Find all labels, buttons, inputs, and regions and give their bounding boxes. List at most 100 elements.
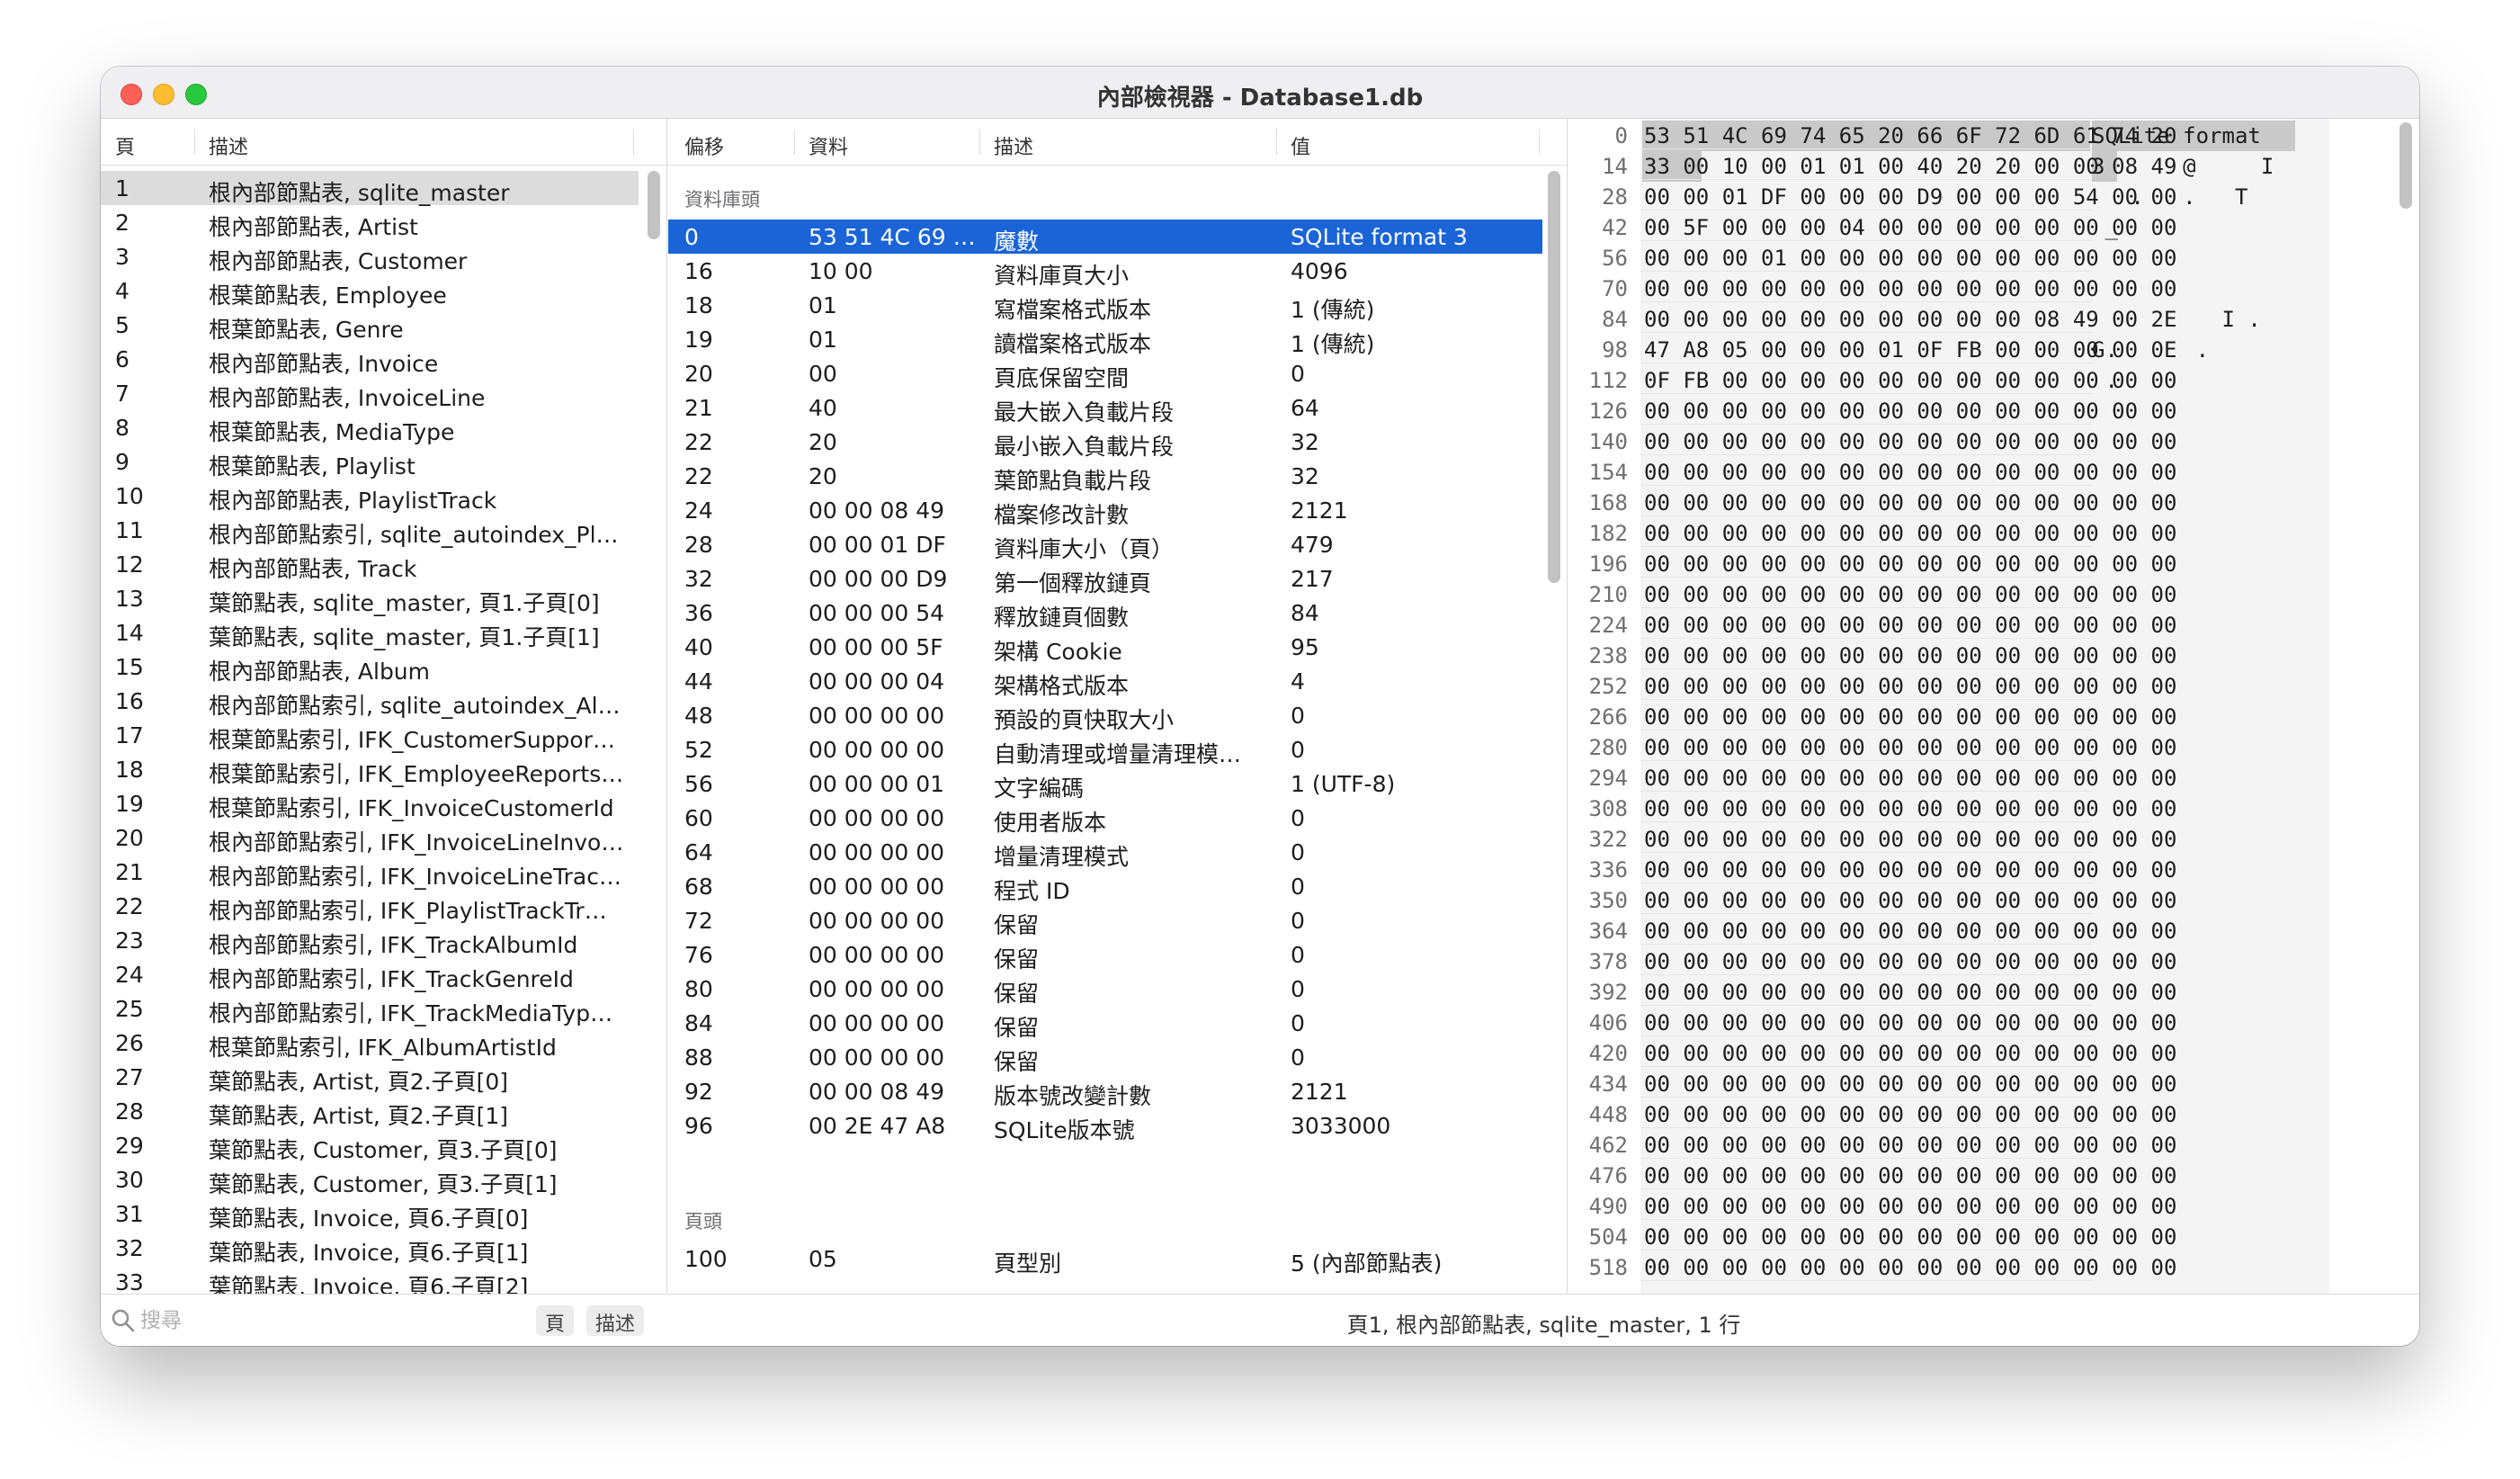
page-list-row[interactable]: 18 根葉節點索引, IFK_EmployeeReports… [101,752,639,787]
page-list-row[interactable]: 32 葉節點表, Invoice, 頁6.子頁[1] [101,1231,639,1266]
column-header-page[interactable]: 頁 [115,131,135,160]
page-list-row[interactable]: 14 葉節點表, sqlite_master, 頁1.子頁[1] [101,615,639,650]
header-field-row[interactable]: 22 20 葉節點負載片段 32 [668,459,1542,494]
field-offset: 16 [684,258,713,284]
header-field-row[interactable]: 36 00 00 00 54 釋放鏈頁個數 84 [668,596,1542,631]
page-list-row[interactable]: 1 根內部節點表, sqlite_master [101,171,639,206]
column-header-value[interactable]: 值 [1291,131,1310,160]
page-list-row[interactable]: 17 根葉節點索引, IFK_CustomerSuppor… [101,718,639,753]
column-header-description[interactable]: 描述 [209,131,248,160]
header-field-row[interactable]: 16 10 00 資料庫頁大小 4096 [668,254,1542,289]
header-field-row[interactable]: 80 00 00 00 00 保留 0 [668,972,1542,1007]
header-field-row[interactable]: 21 40 最大嵌入負載片段 64 [668,390,1542,426]
hex-row: 322 00 00 00 00 00 00 00 00 00 00 00 00 0… [1568,824,2419,855]
hex-row: 420 00 00 00 00 00 00 00 00 00 00 00 00 0… [1568,1038,2419,1069]
page-list-row[interactable]: 24 根內部節點索引, IFK_TrackGenreId [101,957,639,992]
header-field-row[interactable]: 56 00 00 00 01 文字編碼 1 (UTF-8) [668,766,1542,802]
search-scope-page-button[interactable]: 頁 [536,1305,575,1336]
page-list-row[interactable]: 2 根內部節點表, Artist [101,205,639,240]
header-field-row[interactable]: 96 00 2E 47 A8 SQLite版本號 3033000 [668,1108,1542,1143]
header-field-row[interactable]: 22 20 最小嵌入負載片段 32 [668,425,1542,460]
column-header-offset[interactable]: 偏移 [684,131,724,160]
page-description: 根內部節點表, sqlite_master [209,180,510,206]
page-number: 23 [115,928,144,954]
page-list-row[interactable]: 29 葉節點表, Customer, 頁3.子頁[0] [101,1128,639,1163]
hex-offset: 266 [1588,704,1628,730]
page-list-row[interactable]: 20 根內部節點索引, IFK_InvoiceLineInvo… [101,820,639,856]
hex-view-scrollbar[interactable] [2399,122,2412,209]
column-divider[interactable] [979,130,980,155]
page-list-row[interactable]: 25 根內部節點索引, IFK_TrackMediaTyp… [101,991,639,1026]
column-divider[interactable] [1276,130,1277,155]
header-field-row[interactable]: 19 01 讀檔案格式版本 1 (傳統) [668,322,1542,357]
hex-row: 280 00 00 00 00 00 00 00 00 00 00 00 00 0… [1568,732,2419,763]
page-list-scrollbar[interactable] [648,171,660,239]
column-divider[interactable] [633,130,634,155]
header-field-row[interactable]: 100 05 頁型別 5 (內部節點表) [668,1241,1542,1277]
header-field-row[interactable]: 0 53 51 4C 69 7… 魔數 SQLite format 3 [668,220,1542,255]
page-list-row[interactable]: 11 根內部節點索引, sqlite_autoindex_Pl… [101,513,639,548]
hex-offset: 322 [1588,827,1628,852]
page-list-row[interactable]: 6 根內部節點表, Invoice [101,342,639,377]
header-field-row[interactable]: 52 00 00 00 00 自動清理或增量清理模… 0 [668,732,1542,767]
header-field-row[interactable]: 44 00 00 00 04 架構格式版本 4 [668,664,1542,699]
header-field-row[interactable]: 24 00 00 08 49 檔案修改計數 2121 [668,493,1542,528]
page-list-row[interactable]: 31 葉節點表, Invoice, 頁6.子頁[0] [101,1197,639,1232]
header-fields-scrollbar[interactable] [1548,171,1560,583]
hex-row: 28 00 00 01 DF 00 00 00 D9 00 00 00 54 00… [1568,182,2419,212]
header-field-row[interactable]: 32 00 00 00 D9 第一個釋放鏈頁 217 [668,561,1542,596]
field-value: 1 (UTF-8) [1291,771,1396,797]
column-header-data[interactable]: 資料 [809,131,848,160]
page-list-row[interactable]: 22 根內部節點索引, IFK_PlaylistTrackTr… [101,889,639,924]
search-scope-description-button[interactable]: 描述 [586,1305,645,1336]
header-field-row[interactable]: 40 00 00 00 5F 架構 Cookie 95 [668,630,1542,665]
header-field-row[interactable]: 72 00 00 00 00 保留 0 [668,903,1542,938]
page-list-row[interactable]: 23 根內部節點索引, IFK_TrackAlbumId [101,923,639,958]
header-field-row[interactable]: 76 00 00 00 00 保留 0 [668,937,1542,973]
page-list-row[interactable]: 13 葉節點表, sqlite_master, 頁1.子頁[0] [101,581,639,616]
page-list-row[interactable]: 15 根內部節點表, Album [101,650,639,685]
field-value: 0 [1291,1010,1305,1036]
column-header-description[interactable]: 描述 [994,131,1033,160]
field-offset: 80 [684,976,713,1002]
column-divider[interactable] [794,130,795,155]
header-field-row[interactable]: 64 00 00 00 00 增量清理模式 0 [668,835,1542,870]
page-list-row[interactable]: 19 根葉節點索引, IFK_InvoiceCustomerId [101,786,639,821]
page-number: 22 [115,893,144,919]
header-field-row[interactable]: 20 00 頁底保留空間 0 [668,356,1542,391]
page-list-row[interactable]: 16 根內部節點索引, sqlite_autoindex_Al… [101,684,639,719]
page-list-row[interactable]: 30 葉節點表, Customer, 頁3.子頁[1] [101,1162,639,1197]
page-list-row[interactable]: 9 根葉節點表, Playlist [101,444,639,480]
page-list-row[interactable]: 10 根內部節點表, PlaylistTrack [101,479,639,514]
page-list-row[interactable]: 7 根內部節點表, InvoiceLine [101,376,639,411]
page-list-row[interactable]: 28 葉節點表, Artist, 頁2.子頁[1] [101,1094,639,1129]
page-list-row[interactable]: 3 根內部節點表, Customer [101,239,639,274]
page-list-row[interactable]: 12 根內部節點表, Track [101,547,639,582]
page-list-row[interactable]: 4 根葉節點表, Employee [101,273,639,309]
page-description: 根內部節點索引, IFK_InvoiceLineTrac… [209,864,621,890]
page-list-row[interactable]: 8 根葉節點表, MediaType [101,410,639,445]
page-number: 10 [115,483,144,509]
header-field-row[interactable]: 48 00 00 00 00 預設的頁快取大小 0 [668,698,1542,733]
header-field-row[interactable]: 84 00 00 00 00 保留 0 [668,1006,1542,1041]
field-value: 0 [1291,976,1305,1002]
header-field-row[interactable]: 28 00 00 01 DF 資料庫大小（頁） 479 [668,527,1542,562]
page-list-row[interactable]: 27 葉節點表, Artist, 頁2.子頁[0] [101,1060,639,1095]
header-field-row[interactable]: 18 01 寫檔案格式版本 1 (傳統) [668,288,1542,323]
field-data: 20 [809,429,837,455]
page-list-row[interactable]: 5 根葉節點表, Genre [101,308,639,343]
field-description: 保留 [994,946,1040,973]
field-description: 保留 [994,912,1040,938]
column-divider[interactable] [194,130,195,155]
page-list-row[interactable]: 21 根內部節點索引, IFK_InvoiceLineTrac… [101,855,639,890]
header-field-row[interactable]: 60 00 00 00 00 使用者版本 0 [668,801,1542,836]
header-field-row[interactable]: 92 00 00 08 49 版本號改變計數 2121 [668,1074,1542,1109]
header-field-row[interactable]: 88 00 00 00 00 保留 0 [668,1040,1542,1075]
search-input[interactable] [140,1304,482,1338]
page-list-row[interactable]: 26 根葉節點索引, IFK_AlbumArtistId [101,1026,639,1061]
hex-bytes: 00 00 00 00 00 00 00 00 00 00 00 00 00 0… [1644,674,2177,699]
field-description: 資料庫大小（頁） [994,536,1175,562]
column-divider[interactable] [1539,130,1540,155]
hex-dump[interactable]: 0 53 51 4C 69 74 65 20 66 6F 72 6D 61 74 … [1568,121,2419,1283]
header-field-row[interactable]: 68 00 00 00 00 程式 ID 0 [668,869,1542,904]
